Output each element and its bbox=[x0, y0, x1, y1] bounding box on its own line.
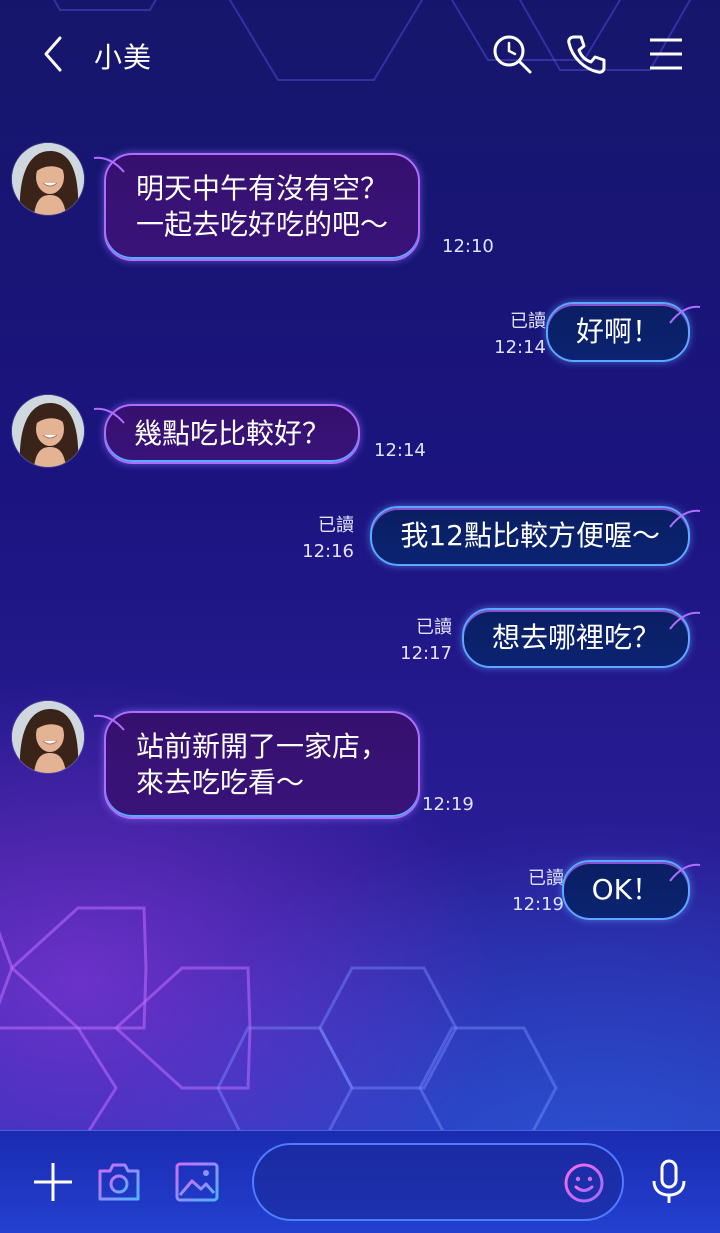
message-time: 12:14 bbox=[374, 440, 426, 461]
emoji-icon bbox=[564, 1163, 604, 1203]
message-text: 好啊！ bbox=[575, 315, 660, 348]
outgoing-message-bubble[interactable]: 想去哪裡吃？ bbox=[461, 608, 690, 668]
read-receipt: 已讀 bbox=[528, 868, 564, 889]
contact-avatar[interactable] bbox=[12, 701, 84, 773]
bubble-tail bbox=[669, 509, 701, 528]
outgoing-message-bubble[interactable]: 我12點比較方便喔～ bbox=[370, 506, 690, 566]
message-line: 一起去吃好吃的吧～ bbox=[136, 208, 389, 241]
message-input-bar bbox=[0, 1130, 720, 1233]
bubble-tail bbox=[669, 305, 701, 324]
image-icon bbox=[175, 1162, 219, 1202]
message-meta: 已讀 12:16 bbox=[302, 513, 354, 565]
bubble-tail bbox=[669, 611, 701, 630]
avatar-photo bbox=[12, 701, 84, 773]
message-time: 12:19 bbox=[512, 894, 564, 915]
voice-button[interactable] bbox=[644, 1157, 694, 1207]
message-line: 站前新開了一家店， bbox=[136, 730, 389, 763]
contact-avatar[interactable] bbox=[12, 395, 84, 467]
incoming-message-bubble[interactable]: 明天中午有沒有空？ 一起去吃好吃的吧～ bbox=[104, 153, 421, 261]
microphone-icon bbox=[652, 1159, 686, 1203]
bubble-tail bbox=[93, 407, 125, 424]
read-receipt: 已讀 bbox=[416, 617, 452, 638]
avatar-photo bbox=[12, 143, 84, 215]
add-button[interactable] bbox=[28, 1157, 78, 1207]
emoji-button[interactable] bbox=[562, 1161, 606, 1205]
message-time: 12:14 bbox=[494, 337, 546, 358]
bubble-tail bbox=[93, 156, 125, 173]
message-input[interactable] bbox=[252, 1143, 624, 1221]
message-time: 12:17 bbox=[400, 643, 452, 664]
read-receipt: 已讀 bbox=[318, 515, 354, 536]
contact-avatar[interactable] bbox=[12, 143, 84, 215]
message-line: 來去吃吃看～ bbox=[136, 766, 305, 799]
bubble-tail bbox=[93, 714, 125, 731]
camera-icon bbox=[98, 1163, 140, 1201]
message-text: 想去哪裡吃？ bbox=[491, 621, 660, 654]
plus-icon bbox=[34, 1163, 72, 1201]
camera-button[interactable] bbox=[94, 1157, 144, 1207]
message-line: 幾點吃比較好？ bbox=[134, 417, 331, 450]
incoming-message-bubble[interactable]: 幾點吃比較好？ bbox=[104, 404, 361, 464]
message-time: 12:19 bbox=[422, 794, 474, 815]
message-text: OK！ bbox=[591, 873, 660, 906]
incoming-message-bubble[interactable]: 站前新開了一家店， 來去吃吃看～ bbox=[104, 711, 421, 819]
bubble-tail bbox=[669, 863, 701, 882]
message-time: 12:16 bbox=[302, 541, 354, 562]
message-line: 明天中午有沒有空？ bbox=[136, 172, 389, 205]
message-meta: 已讀 12:19 bbox=[512, 866, 564, 918]
read-receipt: 已讀 bbox=[510, 311, 546, 332]
avatar-photo bbox=[12, 395, 84, 467]
message-text: 我12點比較方便喔～ bbox=[400, 519, 660, 552]
message-meta: 已讀 12:17 bbox=[400, 615, 452, 667]
message-list[interactable]: 明天中午有沒有空？ 一起去吃好吃的吧～ 12:10 已讀 12:14 好啊！ 幾… bbox=[0, 0, 720, 1130]
message-meta: 已讀 12:14 bbox=[494, 309, 546, 361]
message-time: 12:10 bbox=[442, 236, 494, 257]
gallery-button[interactable] bbox=[172, 1157, 222, 1207]
